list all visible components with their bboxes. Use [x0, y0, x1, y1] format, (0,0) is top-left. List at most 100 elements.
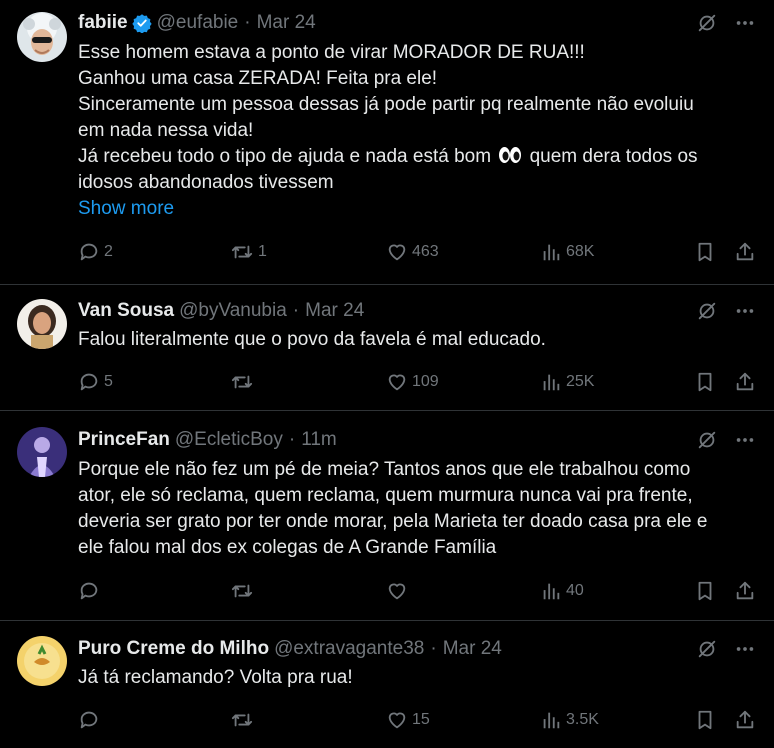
- like-icon: [386, 241, 408, 263]
- avatar[interactable]: [17, 636, 67, 686]
- more-icon[interactable]: [734, 638, 756, 660]
- tweet-line-segment: quem dera todos os: [529, 146, 698, 167]
- user-handle[interactable]: @eufabie: [157, 12, 239, 34]
- tweet-line: ator, ele só reclama, quem reclama, quem…: [78, 485, 693, 506]
- repost-button[interactable]: [230, 709, 258, 731]
- tweet[interactable]: PrinceFan @EcleticBoy · 11m Porque ele n…: [0, 411, 774, 621]
- like-button[interactable]: 109: [386, 371, 439, 393]
- tweet-header: Puro Creme do Milho @extravagante38 · Ma…: [78, 637, 502, 661]
- reply-icon: [78, 371, 100, 393]
- repost-button[interactable]: 1: [230, 241, 267, 263]
- grok-icon[interactable]: [696, 12, 718, 34]
- user-handle[interactable]: @EcleticBoy: [175, 429, 283, 451]
- tweet-header: Van Sousa @byVanubia · Mar 24: [78, 299, 364, 323]
- display-name[interactable]: PrinceFan: [78, 429, 170, 451]
- eyes-emoji-icon: [498, 145, 522, 165]
- repost-icon: [230, 709, 254, 731]
- tweet-line: Sinceramente um pessoa dessas já pode pa…: [78, 94, 694, 115]
- tweet-line: em nada nessa vida!: [78, 120, 254, 141]
- like-button[interactable]: [386, 580, 412, 602]
- reply-button[interactable]: 5: [78, 371, 113, 393]
- share-icon: [734, 709, 756, 731]
- bookmark-button[interactable]: [695, 709, 715, 731]
- like-icon: [386, 709, 408, 731]
- reply-button[interactable]: [78, 709, 104, 731]
- bookmark-icon: [695, 371, 715, 393]
- bookmark-button[interactable]: [695, 580, 715, 602]
- more-icon[interactable]: [734, 12, 756, 34]
- avatar[interactable]: [17, 299, 67, 349]
- verified-badge-icon: [131, 13, 152, 34]
- like-button[interactable]: 463: [386, 241, 439, 263]
- timestamp[interactable]: 11m: [301, 429, 337, 451]
- more-icon[interactable]: [734, 429, 756, 451]
- share-icon: [734, 371, 756, 393]
- views-icon: [540, 371, 562, 393]
- bookmark-button[interactable]: [695, 241, 715, 263]
- tweet-top-actions: [696, 638, 756, 660]
- view-count: 25K: [566, 373, 595, 390]
- tweet-line-segment: Já recebeu todo o tipo de ajuda e nada e…: [78, 146, 492, 167]
- avatar[interactable]: [17, 12, 67, 62]
- like-icon: [386, 580, 408, 602]
- repost-icon: [230, 241, 254, 263]
- like-button[interactable]: 15: [386, 709, 430, 731]
- repost-count: 1: [258, 243, 267, 260]
- share-icon: [734, 580, 756, 602]
- bookmark-icon: [695, 580, 715, 602]
- share-button[interactable]: [734, 709, 756, 731]
- share-button[interactable]: [734, 580, 756, 602]
- display-name[interactable]: fabiie: [78, 12, 128, 34]
- display-name[interactable]: Puro Creme do Milho: [78, 638, 269, 660]
- repost-button[interactable]: [230, 371, 258, 393]
- tweet-top-actions: [696, 12, 756, 34]
- show-more-link[interactable]: Show more: [78, 196, 758, 222]
- grok-icon[interactable]: [696, 429, 718, 451]
- avatar[interactable]: [17, 427, 67, 477]
- grok-icon[interactable]: [696, 638, 718, 660]
- tweet[interactable]: Van Sousa @byVanubia · Mar 24 Falou lite…: [0, 285, 774, 411]
- grok-icon[interactable]: [696, 300, 718, 322]
- timestamp[interactable]: Mar 24: [443, 638, 502, 660]
- timestamp[interactable]: Mar 24: [257, 12, 316, 34]
- repost-button[interactable]: [230, 580, 258, 602]
- like-count: 463: [412, 243, 439, 260]
- display-name[interactable]: Van Sousa: [78, 300, 174, 322]
- user-handle[interactable]: @extravagante38: [274, 638, 424, 660]
- views-icon: [540, 709, 562, 731]
- tweet-line: ele falou mal dos ex colegas de A Grande…: [78, 537, 497, 558]
- tweet[interactable]: Puro Creme do Milho @extravagante38 · Ma…: [0, 621, 774, 748]
- timestamp[interactable]: Mar 24: [305, 300, 364, 322]
- tweet-line: Já tá reclamando? Volta pra rua!: [78, 667, 353, 688]
- share-button[interactable]: [734, 371, 756, 393]
- bookmark-button[interactable]: [695, 371, 715, 393]
- tweet-line: Porque ele não fez um pé de meia? Tantos…: [78, 459, 691, 480]
- tweet-header: fabiie @eufabie · Mar 24: [78, 11, 316, 35]
- views-icon: [540, 241, 562, 263]
- views-button[interactable]: 25K: [540, 371, 594, 393]
- reply-icon: [78, 709, 100, 731]
- views-button[interactable]: 68K: [540, 241, 594, 263]
- share-button[interactable]: [734, 241, 756, 263]
- more-icon[interactable]: [734, 300, 756, 322]
- separator-dot: ·: [292, 300, 300, 321]
- tweet-actions: 15 3.5K: [78, 709, 758, 733]
- views-button[interactable]: 3.5K: [540, 709, 599, 731]
- like-count: 109: [412, 373, 439, 390]
- reply-button[interactable]: 2: [78, 241, 113, 263]
- like-icon: [386, 371, 408, 393]
- tweet-top-actions: [696, 429, 756, 451]
- reply-count: 5: [104, 373, 113, 390]
- tweet[interactable]: fabiie @eufabie · Mar 24 Esse homem esta…: [0, 0, 774, 285]
- bookmark-icon: [695, 709, 715, 731]
- reply-icon: [78, 241, 100, 263]
- tweet-line: Falou literalmente que o povo da favela …: [78, 329, 546, 350]
- tweet-actions: 2 1 463 68K: [78, 241, 758, 265]
- reply-button[interactable]: [78, 580, 104, 602]
- repost-icon: [230, 371, 254, 393]
- views-button[interactable]: 40: [540, 580, 584, 602]
- tweet-line: Esse homem estava a ponto de virar MORAD…: [78, 42, 585, 63]
- repost-icon: [230, 580, 254, 602]
- user-handle[interactable]: @byVanubia: [179, 300, 287, 322]
- tweet-text: Esse homem estava a ponto de virar MORAD…: [78, 40, 758, 222]
